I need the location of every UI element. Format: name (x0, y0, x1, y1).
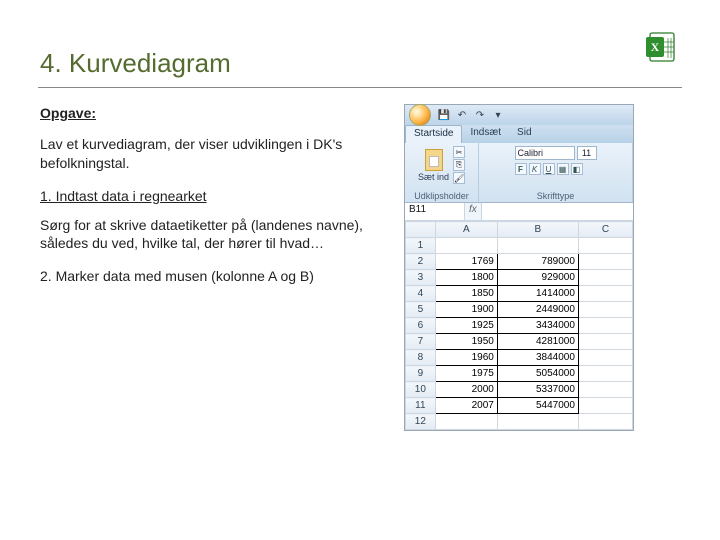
save-icon[interactable]: 💾 (437, 108, 451, 122)
cell[interactable]: 1850 (435, 286, 497, 302)
cell[interactable] (578, 382, 632, 398)
cell[interactable]: 1414000 (497, 286, 578, 302)
cell[interactable]: 3844000 (497, 350, 578, 366)
task-heading: Opgave: (40, 104, 380, 123)
cell[interactable] (497, 238, 578, 254)
cell[interactable]: 5447000 (497, 398, 578, 414)
row-header[interactable]: 7 (406, 334, 436, 350)
row-header[interactable]: 5 (406, 302, 436, 318)
cell[interactable]: 1769 (435, 254, 497, 270)
cell[interactable] (578, 286, 632, 302)
selectall-corner[interactable] (406, 222, 436, 238)
row-header[interactable]: 12 (406, 414, 436, 430)
cell[interactable]: 789000 (497, 254, 578, 270)
ribbon-tabs: Startside Indsæt Sid (405, 125, 633, 143)
cell[interactable]: 1900 (435, 302, 497, 318)
step-2: 2. Marker data med musen (kolonne A og B… (40, 267, 380, 286)
row-header[interactable]: 10 (406, 382, 436, 398)
clipboard-group-label: Udklipsholder (414, 191, 469, 201)
cell[interactable]: 2449000 (497, 302, 578, 318)
cell[interactable]: 929000 (497, 270, 578, 286)
border-button[interactable]: ▦ (557, 163, 569, 175)
cell[interactable] (578, 398, 632, 414)
col-header-B[interactable]: B (497, 222, 578, 238)
cell[interactable] (497, 414, 578, 430)
task-intro: Lav et kurvediagram, der viser udvikling… (40, 135, 380, 173)
excel-logo: X (644, 30, 678, 64)
step-1: 1. Indtast data i regnearket (40, 187, 380, 206)
office-button[interactable] (409, 104, 431, 126)
formula-bar[interactable] (482, 203, 633, 220)
qat-dropdown-icon[interactable]: ▾ (491, 108, 505, 122)
svg-text:X: X (651, 40, 660, 54)
cell[interactable]: 1960 (435, 350, 497, 366)
row-header[interactable]: 11 (406, 398, 436, 414)
spreadsheet-grid[interactable]: A B C 1217697890003180092900041850141400… (405, 221, 633, 430)
tab-layout[interactable]: Sid (509, 125, 539, 143)
cell[interactable]: 5054000 (497, 366, 578, 382)
font-group-label: Skrifttype (537, 191, 575, 201)
bold-button[interactable]: F (515, 163, 527, 175)
cell[interactable] (578, 238, 632, 254)
cell[interactable] (435, 238, 497, 254)
col-header-A[interactable]: A (435, 222, 497, 238)
font-name-select[interactable]: Calibri (515, 146, 575, 160)
step-1-hint: Sørg for at skrive dataetiketter på (lan… (40, 216, 380, 254)
instructions: Opgave: Lav et kurvediagram, der viser u… (40, 104, 380, 431)
undo-icon[interactable]: ↶ (455, 108, 469, 122)
tab-home[interactable]: Startside (405, 125, 462, 143)
cell[interactable] (435, 414, 497, 430)
cell[interactable] (578, 302, 632, 318)
cell[interactable] (578, 414, 632, 430)
cell[interactable] (578, 350, 632, 366)
cell[interactable] (578, 254, 632, 270)
excel-window: 💾 ↶ ↷ ▾ Startside Indsæt Sid Sæ (404, 104, 634, 431)
row-header[interactable]: 3 (406, 270, 436, 286)
cell[interactable]: 4281000 (497, 334, 578, 350)
cell[interactable]: 1800 (435, 270, 497, 286)
font-size-select[interactable]: 11 (577, 146, 597, 160)
row-header[interactable]: 8 (406, 350, 436, 366)
col-header-C[interactable]: C (578, 222, 632, 238)
row-header[interactable]: 4 (406, 286, 436, 302)
row-header[interactable]: 6 (406, 318, 436, 334)
cell[interactable] (578, 366, 632, 382)
cell[interactable]: 2000 (435, 382, 497, 398)
name-box[interactable]: B11 (405, 203, 465, 220)
fill-color-button[interactable]: ◧ (571, 163, 583, 175)
cell[interactable] (578, 270, 632, 286)
format-painter-icon[interactable]: 🖌 (453, 172, 465, 184)
cut-icon[interactable]: ✂ (453, 146, 465, 158)
cell[interactable]: 1925 (435, 318, 497, 334)
paste-button[interactable]: Sæt ind (418, 149, 449, 182)
tab-insert[interactable]: Indsæt (462, 125, 509, 143)
cell[interactable]: 1950 (435, 334, 497, 350)
fx-icon[interactable]: fx (465, 203, 482, 220)
copy-icon[interactable]: ⎘ (453, 159, 465, 171)
row-header[interactable]: 1 (406, 238, 436, 254)
row-header[interactable]: 2 (406, 254, 436, 270)
row-header[interactable]: 9 (406, 366, 436, 382)
slide-title: 4. Kurvediagram (40, 48, 720, 79)
paste-icon (425, 149, 443, 171)
cell[interactable]: 2007 (435, 398, 497, 414)
cell[interactable]: 1975 (435, 366, 497, 382)
underline-button[interactable]: U (543, 163, 555, 175)
cell[interactable] (578, 334, 632, 350)
italic-button[interactable]: K (529, 163, 541, 175)
cell[interactable] (578, 318, 632, 334)
ribbon: Sæt ind ✂ ⎘ 🖌 Udklipsholder (405, 143, 633, 203)
redo-icon[interactable]: ↷ (473, 108, 487, 122)
title-divider (38, 87, 682, 88)
paste-label: Sæt ind (418, 172, 449, 182)
cell[interactable]: 5337000 (497, 382, 578, 398)
cell[interactable]: 3434000 (497, 318, 578, 334)
